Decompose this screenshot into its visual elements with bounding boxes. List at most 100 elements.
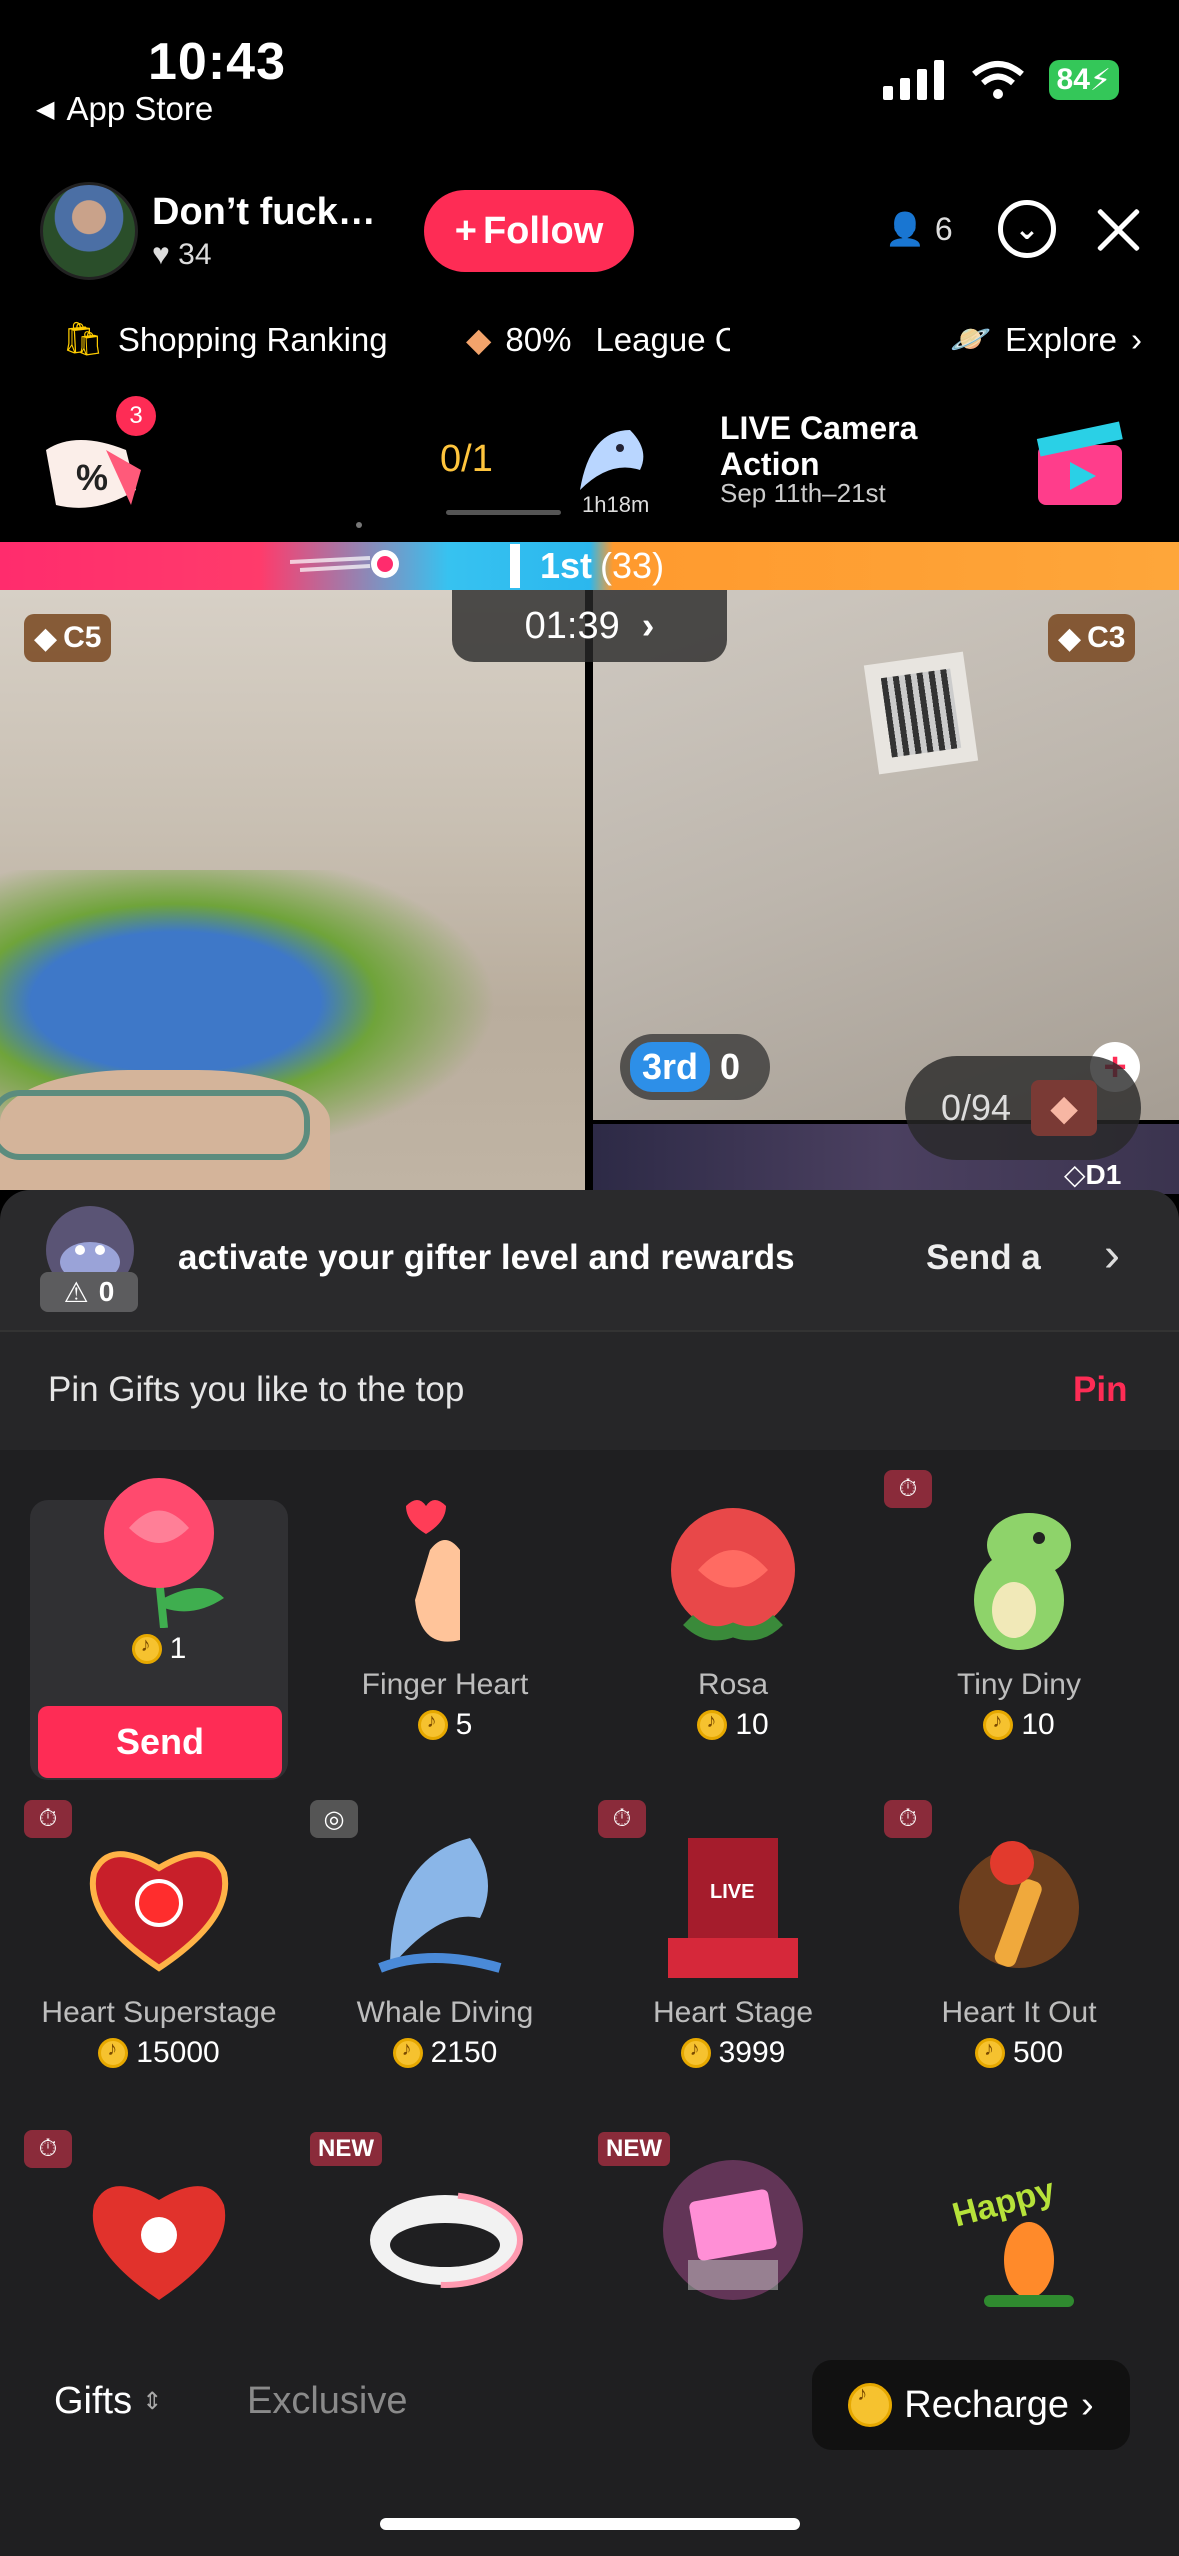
planet-icon: 🪐 <box>950 320 992 357</box>
coin-icon <box>848 2383 893 2427</box>
coin-icon <box>697 1710 728 1740</box>
host-likes: ♥ 34 <box>152 237 212 271</box>
rosa-icon <box>648 1490 818 1660</box>
comet-icon <box>289 550 410 580</box>
diamond-icon: ◆ <box>466 321 492 358</box>
bottom-tier-tag: ◇D1 <box>1064 1159 1122 1190</box>
whale-icon <box>360 1818 530 1988</box>
glasses <box>0 1090 310 1160</box>
svg-text:Happy: Happy <box>948 2171 1058 2235</box>
gift-heart-stage[interactable]: LIVE Heart Stage 3999 <box>598 1818 868 2070</box>
promo-progress: 0/1 <box>440 438 493 480</box>
diamond-icon: ◆ <box>34 621 58 655</box>
gift-finger-heart[interactable]: Finger Heart 5 <box>310 1490 580 1742</box>
gift-cassette[interactable] <box>598 2150 868 2320</box>
gift-happy-weekend[interactable]: Happy <box>884 2150 1154 2320</box>
coin-icon <box>131 1634 162 1664</box>
page-dot <box>356 522 362 528</box>
battery-indicator: 84 ⚡ <box>1048 60 1119 100</box>
back-to-app-store[interactable]: ◀ App Store <box>36 90 213 128</box>
chevron-down-icon: ⌄ <box>1014 212 1040 246</box>
gift-rose[interactable]: 1 <box>24 1458 294 1666</box>
explore-link[interactable]: 🪐 Explore › <box>950 320 1142 359</box>
happy-weekend-icon: Happy <box>934 2150 1104 2320</box>
send-a-link[interactable]: Send a <box>926 1238 1041 1278</box>
gift-whale-diving[interactable]: Whale Diving 2150 <box>310 1818 580 2070</box>
pin-text: Pin Gifts you like to the top <box>48 1370 465 1409</box>
air-vent <box>863 651 979 775</box>
send-button[interactable]: Send <box>38 1706 282 1778</box>
heart-stage-icon: LIVE <box>648 1818 818 1988</box>
heart-icon: ♥ <box>152 237 170 271</box>
finger-heart-icon <box>360 1490 530 1660</box>
gem-icon: ◆ <box>1031 1080 1098 1136</box>
plus-icon: + <box>454 209 477 252</box>
home-indicator[interactable] <box>380 2518 800 2530</box>
back-label: App Store <box>66 90 214 127</box>
collapse-button[interactable]: ⌄ <box>998 200 1056 258</box>
battle-rank: 1st (33) <box>540 545 665 586</box>
host-video[interactable] <box>0 590 585 1190</box>
gift-headband[interactable] <box>310 2150 580 2320</box>
host-name: Don’t fuck… <box>152 190 376 233</box>
signal-icon <box>882 60 944 100</box>
coin-icon <box>680 2038 711 2068</box>
back-arrow-icon: ◀ <box>36 95 55 123</box>
cassette-icon <box>648 2150 818 2320</box>
gifter-text[interactable]: activate your gifter level and rewards <box>178 1238 795 1278</box>
event-dates: Sep 11th–21st <box>720 478 886 508</box>
gift-iheart[interactable] <box>24 2150 294 2320</box>
close-icon[interactable] <box>1090 202 1146 258</box>
coin-icon <box>392 2038 423 2068</box>
viewer-count[interactable]: 👤 6 <box>885 210 953 248</box>
gifter-level: ⚠ 0 <box>40 1272 138 1312</box>
recharge-button[interactable]: Recharge › <box>812 2360 1130 2450</box>
coin-icon <box>417 1710 448 1740</box>
headband-icon <box>360 2150 530 2320</box>
left-tier-tag[interactable]: ◆ C5 <box>24 614 112 662</box>
gift-tiny-diny[interactable]: Tiny Diny 10 <box>884 1490 1154 1742</box>
diamond-icon: ◆ <box>1058 621 1082 655</box>
event-title[interactable]: LIVE Camera Action <box>720 410 960 482</box>
dino-icon <box>934 1490 1104 1660</box>
battle-timer[interactable]: 01:39 › <box>452 590 727 662</box>
coin-icon <box>983 1710 1014 1740</box>
pin-button[interactable]: Pin <box>1073 1370 1127 1410</box>
warning-icon: ⚠ <box>63 1276 89 1308</box>
host-avatar[interactable] <box>40 182 138 280</box>
chevron-right-icon: › <box>1130 320 1142 358</box>
follow-button[interactable]: + Follow <box>424 190 634 272</box>
gift-heart-superstage[interactable]: Heart Superstage 15000 <box>24 1818 294 2070</box>
opponent-rank: 3rd 0 <box>620 1034 770 1100</box>
sort-icon: ⇕ <box>142 2388 163 2415</box>
goal-progress[interactable]: 0/94 ◆ <box>905 1056 1141 1160</box>
league-info[interactable]: ◆ 80% League C <box>466 320 730 359</box>
camera-action-icon[interactable] <box>1030 410 1130 510</box>
tab-gifts[interactable]: Gifts ⇕ <box>54 2380 162 2423</box>
gift-rosa[interactable]: Rosa 10 <box>598 1490 868 1742</box>
gift-heart-it-out[interactable]: Heart It Out 500 <box>884 1818 1154 2070</box>
score-divider <box>510 544 520 588</box>
svg-text:LIVE: LIVE <box>710 1881 754 1903</box>
coin-icon <box>98 2038 129 2068</box>
video-divider <box>585 590 593 1190</box>
charging-icon: ⚡ <box>1089 63 1111 97</box>
status-icons: 84 ⚡ <box>882 60 1119 100</box>
right-tier-tag[interactable]: ◆ C3 <box>1048 614 1136 662</box>
shopping-ranking[interactable]: 🛍 Shopping Ranking <box>62 320 388 359</box>
host-info[interactable]: Don’t fuck… ♥ 34 <box>40 182 376 280</box>
discount-button[interactable]: % 3 <box>36 396 156 520</box>
time-left: 1h18m <box>582 492 650 517</box>
rose-icon <box>74 1458 244 1628</box>
chevron-right-icon[interactable]: › <box>1104 1228 1120 1283</box>
heart-superstage-icon <box>74 1818 244 1988</box>
tab-exclusive[interactable]: Exclusive <box>247 2380 408 2423</box>
iheart-icon <box>74 2150 244 2320</box>
coin-icon <box>974 2038 1005 2068</box>
notification-badge: 3 <box>116 396 156 436</box>
shopping-bag-icon: 🛍 <box>62 320 104 357</box>
person-icon: 👤 <box>885 211 925 247</box>
whale-gift-icon[interactable] <box>570 420 660 500</box>
chevron-right-icon: › <box>1081 2383 1094 2426</box>
chevron-right-icon: › <box>641 604 655 647</box>
